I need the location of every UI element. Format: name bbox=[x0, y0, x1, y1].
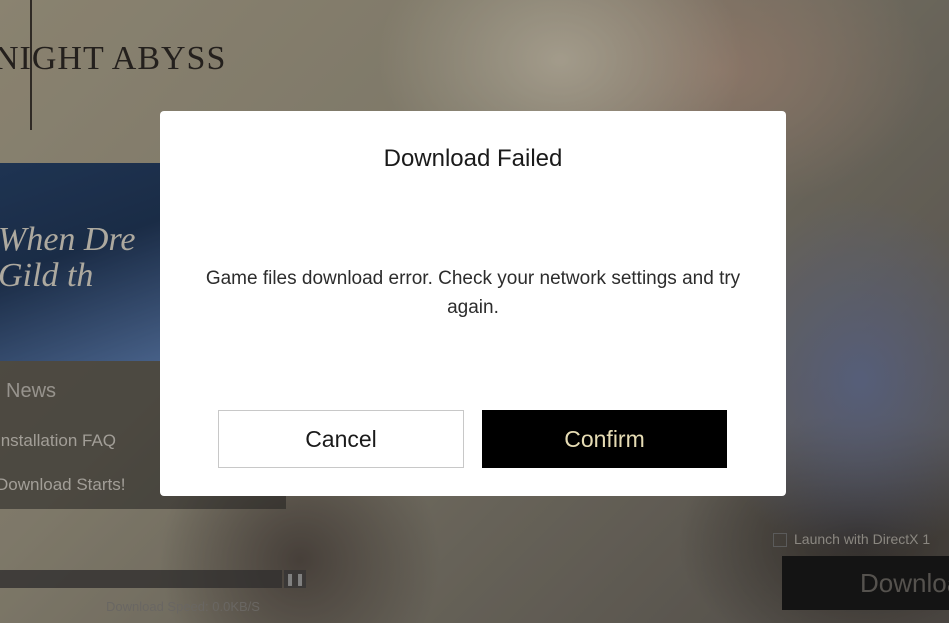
confirm-button[interactable]: Confirm bbox=[482, 410, 727, 468]
cancel-button-label: Cancel bbox=[305, 425, 377, 452]
dialog-title: Download Failed bbox=[383, 145, 563, 172]
cancel-button[interactable]: Cancel bbox=[218, 410, 464, 468]
dialog-message: Game files download error. Check your ne… bbox=[205, 268, 741, 318]
download-failed-dialog: Download Failed Game files download erro… bbox=[160, 111, 786, 496]
confirm-button-label: Confirm bbox=[564, 425, 645, 452]
